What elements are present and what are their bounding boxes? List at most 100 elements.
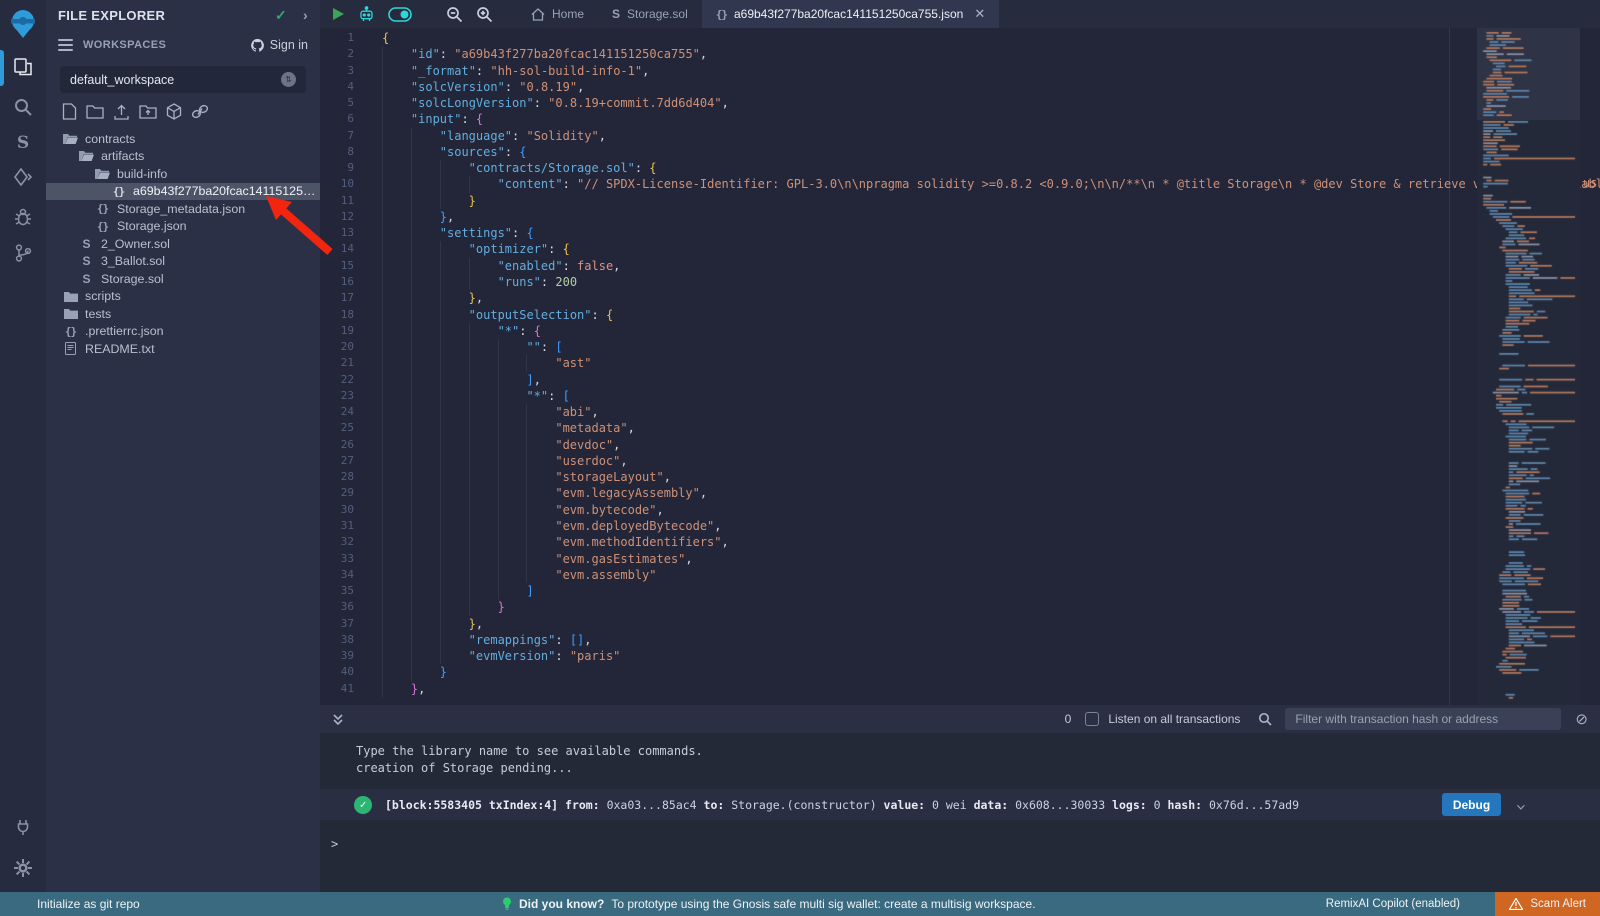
tree-item[interactable]: SStorage.sol (46, 270, 320, 288)
editor-line[interactable]: 28"storageLayout", (320, 469, 1600, 485)
tree-item[interactable]: build-info (46, 165, 320, 183)
editor-line[interactable]: 17}, (320, 290, 1600, 306)
solidity-compiler-icon[interactable]: S (0, 131, 46, 155)
zoom-out-icon[interactable] (446, 6, 463, 23)
copilot-status[interactable]: RemixAI Copilot (enabled) (1326, 898, 1460, 910)
workspace-select[interactable]: default_workspace ⇅ (60, 66, 306, 93)
editor-line[interactable]: 5"solcLongVersion": "0.8.19+commit.7dd6d… (320, 95, 1600, 111)
code-editor[interactable]: 1{2"id": "a69b43f277ba20fcac141151250ca7… (320, 28, 1600, 705)
editor-line[interactable]: 24"abi", (320, 404, 1600, 420)
close-tab-icon[interactable]: ✕ (974, 6, 985, 22)
editor-line[interactable]: 1{ (320, 30, 1600, 46)
editor-line[interactable]: 35] (320, 583, 1600, 599)
clear-terminal-icon[interactable]: ⊘ (1575, 712, 1588, 727)
tree-item[interactable]: S2_Owner.sol (46, 235, 320, 253)
terminal-prompt[interactable]: > (320, 837, 1600, 851)
editor-line[interactable]: 7"language": "Solidity", (320, 128, 1600, 144)
listen-label[interactable]: Listen on all transactions (1108, 712, 1240, 726)
editor-line[interactable]: 26"devdoc", (320, 437, 1600, 453)
source-control-icon[interactable] (0, 241, 46, 265)
editor-line[interactable]: 22], (320, 372, 1600, 388)
editor-line[interactable]: 6"input": { (320, 111, 1600, 127)
new-folder-icon[interactable] (86, 104, 104, 119)
editor-line[interactable]: 11} (320, 193, 1600, 209)
tree-item[interactable]: S3_Ballot.sol (46, 253, 320, 271)
editor-line[interactable]: 31"evm.deployedBytecode", (320, 518, 1600, 534)
remix-logo-icon[interactable] (0, 8, 46, 40)
editor-line[interactable]: 40} (320, 664, 1600, 680)
tree-item[interactable]: artifacts (46, 148, 320, 166)
editor-line[interactable]: 32"evm.methodIdentifiers", (320, 534, 1600, 550)
editor-line[interactable]: 21"ast" (320, 355, 1600, 371)
tab-storage-sol[interactable]: SStorage.sol (598, 0, 702, 28)
editor-line[interactable]: 13"settings": { (320, 225, 1600, 241)
github-sign-in-button[interactable]: Sign in (250, 38, 308, 52)
terminal-collapse-icon[interactable] (332, 713, 344, 726)
editor-line[interactable]: 3"_format": "hh-sol-build-info-1", (320, 63, 1600, 79)
editor-line[interactable]: 20"": [ (320, 339, 1600, 355)
editor-line[interactable]: 8"sources": { (320, 144, 1600, 160)
editor-line[interactable]: 10"content": "// SPDX-License-Identifier… (320, 176, 1600, 192)
editor-line[interactable]: 19"*": { (320, 323, 1600, 339)
deploy-run-icon[interactable] (0, 165, 46, 189)
debug-button[interactable]: Debug (1442, 793, 1501, 816)
upload-file-icon[interactable] (113, 104, 130, 120)
transaction-filter-input[interactable] (1285, 708, 1561, 730)
zoom-in-icon[interactable] (476, 6, 493, 23)
search-icon[interactable] (0, 95, 46, 119)
tree-item[interactable]: README.txt (46, 340, 320, 358)
git-init-button[interactable]: Initialize as git repo (0, 897, 140, 911)
new-file-icon[interactable] (62, 103, 77, 120)
settings-icon[interactable] (0, 856, 46, 880)
plugin-manager-icon[interactable] (0, 815, 46, 839)
editor-line[interactable]: 39"evmVersion": "paris" (320, 648, 1600, 664)
upload-folder-icon[interactable] (139, 104, 157, 119)
tab-home[interactable]: Home (517, 0, 598, 28)
editor-line[interactable]: 34"evm.assembly" (320, 567, 1600, 583)
tree-item[interactable]: tests (46, 305, 320, 323)
editor-line[interactable]: 41}, (320, 681, 1600, 697)
editor-line[interactable]: 36} (320, 599, 1600, 615)
remix-ide: S FILE EXPLORER ✓ › WORKSPACES (0, 0, 1600, 916)
terminal-search-icon[interactable] (1258, 712, 1272, 726)
tab-a69b43f277ba20fcac141151250ca755-json[interactable]: {}a69b43f277ba20fcac141151250ca755.json✕ (702, 0, 999, 28)
editor-line[interactable]: 18"outputSelection": { (320, 307, 1600, 323)
tree-item[interactable]: {}.prettierrc.json (46, 323, 320, 341)
ai-toggle-icon[interactable] (388, 7, 412, 22)
chevron-right-icon[interactable]: › (303, 7, 308, 23)
terminal-body[interactable]: Type the library name to see available c… (320, 733, 1600, 892)
load-url-icon[interactable] (191, 104, 209, 119)
tree-item[interactable]: contracts (46, 130, 320, 148)
listen-checkbox[interactable] (1085, 712, 1099, 726)
editor-line[interactable]: 15"enabled": false, (320, 258, 1600, 274)
editor-line[interactable]: 4"solcVersion": "0.8.19", (320, 79, 1600, 95)
editor-line[interactable]: 37}, (320, 616, 1600, 632)
editor-line[interactable]: 30"evm.bytecode", (320, 502, 1600, 518)
debugger-icon[interactable] (0, 205, 46, 229)
editor-line[interactable]: 14"optimizer": { (320, 241, 1600, 257)
workspace-menu-icon[interactable] (58, 36, 73, 54)
transaction-log-row[interactable]: ✓ [block:5583405 txIndex:4] from: 0xa03.… (320, 789, 1600, 820)
tree-item[interactable]: {}Storage.json (46, 218, 320, 236)
load-ipfs-icon[interactable] (166, 103, 182, 120)
editor-line[interactable]: 29"evm.legacyAssembly", (320, 485, 1600, 501)
editor-line[interactable]: 23"*": [ (320, 388, 1600, 404)
run-script-icon[interactable] (332, 7, 345, 21)
file-explorer-icon[interactable] (0, 55, 46, 79)
editor-line[interactable]: 12}, (320, 209, 1600, 225)
tab-label: Home (552, 7, 584, 21)
editor-line[interactable]: 38"remappings": [], (320, 632, 1600, 648)
editor-line[interactable]: 16"runs": 200 (320, 274, 1600, 290)
minimap[interactable] (1477, 28, 1580, 705)
tx-expand-icon[interactable]: ⌄ (1516, 797, 1527, 812)
tree-item[interactable]: scripts (46, 288, 320, 306)
tree-item[interactable]: {}Storage_metadata.json (46, 200, 320, 218)
editor-line[interactable]: 2"id": "a69b43f277ba20fcac141151250ca755… (320, 46, 1600, 62)
editor-line[interactable]: 9"contracts/Storage.sol": { (320, 160, 1600, 176)
editor-line[interactable]: 33"evm.gasEstimates", (320, 551, 1600, 567)
editor-line[interactable]: 25"metadata", (320, 420, 1600, 436)
ai-robot-icon[interactable] (358, 6, 375, 23)
editor-line[interactable]: 27"userdoc", (320, 453, 1600, 469)
tree-item[interactable]: {}a69b43f277ba20fcac141151250ca7... (46, 183, 320, 201)
scam-alert-badge[interactable]: Scam Alert (1495, 892, 1600, 916)
